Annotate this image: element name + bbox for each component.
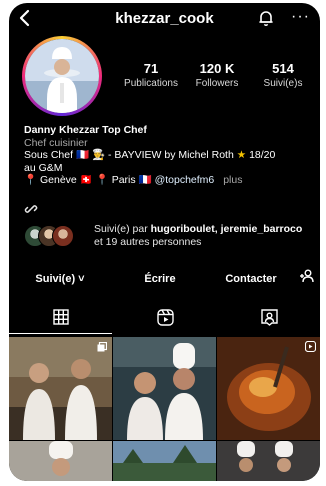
avatar-image bbox=[25, 39, 99, 113]
bell-icon[interactable] bbox=[257, 9, 275, 27]
stat-value: 514 bbox=[272, 61, 294, 76]
bio-score: 18/20 bbox=[249, 149, 276, 161]
reels-icon bbox=[157, 309, 174, 326]
carousel-icon bbox=[97, 342, 107, 352]
tab-reels[interactable] bbox=[113, 303, 216, 333]
star-icon: ★ bbox=[236, 149, 247, 161]
link-icon[interactable] bbox=[24, 202, 38, 216]
post-image bbox=[113, 337, 216, 440]
post-image bbox=[9, 441, 112, 481]
contact-button[interactable]: Contacter bbox=[207, 265, 295, 293]
chef-emoji-icon: 👨‍🍳 bbox=[91, 149, 106, 161]
follower-avatar bbox=[52, 225, 74, 247]
stat-value: 120 K bbox=[199, 61, 235, 76]
followed-by-names[interactable]: hugoriboulet, jeremie_barroco bbox=[151, 223, 303, 235]
tagged-icon bbox=[261, 309, 278, 326]
bio-role: Sous Chef bbox=[24, 149, 74, 161]
grid-icon bbox=[53, 309, 69, 325]
post-image bbox=[217, 337, 320, 440]
post-thumbnail[interactable] bbox=[113, 337, 216, 440]
post-image bbox=[217, 441, 320, 481]
post-image bbox=[9, 337, 112, 440]
location-paris: Paris bbox=[111, 174, 136, 186]
bio-more-link[interactable]: plus bbox=[223, 174, 242, 186]
mention-link[interactable]: @topchefm6 bbox=[155, 174, 215, 186]
add-person-icon[interactable] bbox=[299, 268, 315, 284]
avatar[interactable] bbox=[25, 39, 99, 113]
stat-label: Followers bbox=[195, 78, 239, 89]
stat-label: Suivi(e)s bbox=[263, 78, 303, 89]
following-button[interactable]: Suivi(e) ˅ bbox=[19, 265, 101, 293]
post-image bbox=[113, 441, 216, 481]
message-button[interactable]: Écrire bbox=[116, 265, 204, 293]
content-tabs bbox=[9, 303, 320, 334]
stat-followers[interactable]: 120 K Followers bbox=[187, 61, 247, 89]
stat-value: 71 bbox=[143, 61, 159, 76]
stat-publications[interactable]: 71 Publications bbox=[121, 61, 181, 89]
pin-icon: 📍 bbox=[95, 174, 109, 186]
bio-line-1: Sous Chef 🇫🇷 👨‍🍳 - BAYVIEW by Michel Rot… bbox=[24, 149, 314, 162]
reel-icon bbox=[305, 341, 316, 352]
stat-label: Publications bbox=[124, 78, 178, 89]
top-bar: khezzar_cook ··· bbox=[9, 3, 320, 33]
category-label: Chef cuisinier bbox=[24, 136, 88, 149]
flag-fr-icon: 🇫🇷 bbox=[138, 174, 152, 186]
more-options-button[interactable]: ··· bbox=[291, 8, 310, 26]
flag-ch-icon: 🇨🇭 bbox=[79, 174, 93, 186]
post-thumbnail[interactable] bbox=[217, 441, 320, 481]
followed-by-suffix: et 19 autres personnes bbox=[94, 236, 202, 248]
tab-tagged[interactable] bbox=[217, 303, 320, 333]
post-thumbnail[interactable] bbox=[113, 441, 216, 481]
followed-by[interactable]: Suivi(e) par hugoriboulet, jeremie_barro… bbox=[24, 221, 319, 251]
followed-by-prefix: Suivi(e) par bbox=[94, 223, 151, 235]
post-thumbnail[interactable] bbox=[9, 441, 112, 481]
bio-restaurant: - BAYVIEW by Michel Roth bbox=[107, 149, 234, 161]
stat-following[interactable]: 514 Suivi(e)s bbox=[253, 61, 313, 89]
bio-line-2: au G&M bbox=[24, 161, 63, 174]
flag-fr-icon: 🇫🇷 bbox=[75, 149, 90, 161]
pin-icon: 📍 bbox=[24, 174, 38, 186]
followed-by-text: Suivi(e) par hugoriboulet, jeremie_barro… bbox=[94, 223, 320, 249]
post-thumbnail[interactable] bbox=[217, 337, 320, 440]
post-thumbnail[interactable] bbox=[9, 337, 112, 440]
location-geneve: Genève bbox=[40, 174, 77, 186]
story-ring[interactable] bbox=[22, 36, 102, 116]
bio: Danny Khezzar Top Chef Chef cuisinier So… bbox=[24, 124, 314, 187]
bio-line-3: 📍 Genève 🇨🇭 📍 Paris 🇫🇷 @topchefm6 plus bbox=[24, 174, 314, 187]
tab-grid[interactable] bbox=[9, 303, 112, 334]
profile-screen: khezzar_cook ··· 71 Publications 120 K F… bbox=[9, 3, 320, 481]
display-name: Danny Khezzar Top Chef bbox=[24, 124, 147, 136]
